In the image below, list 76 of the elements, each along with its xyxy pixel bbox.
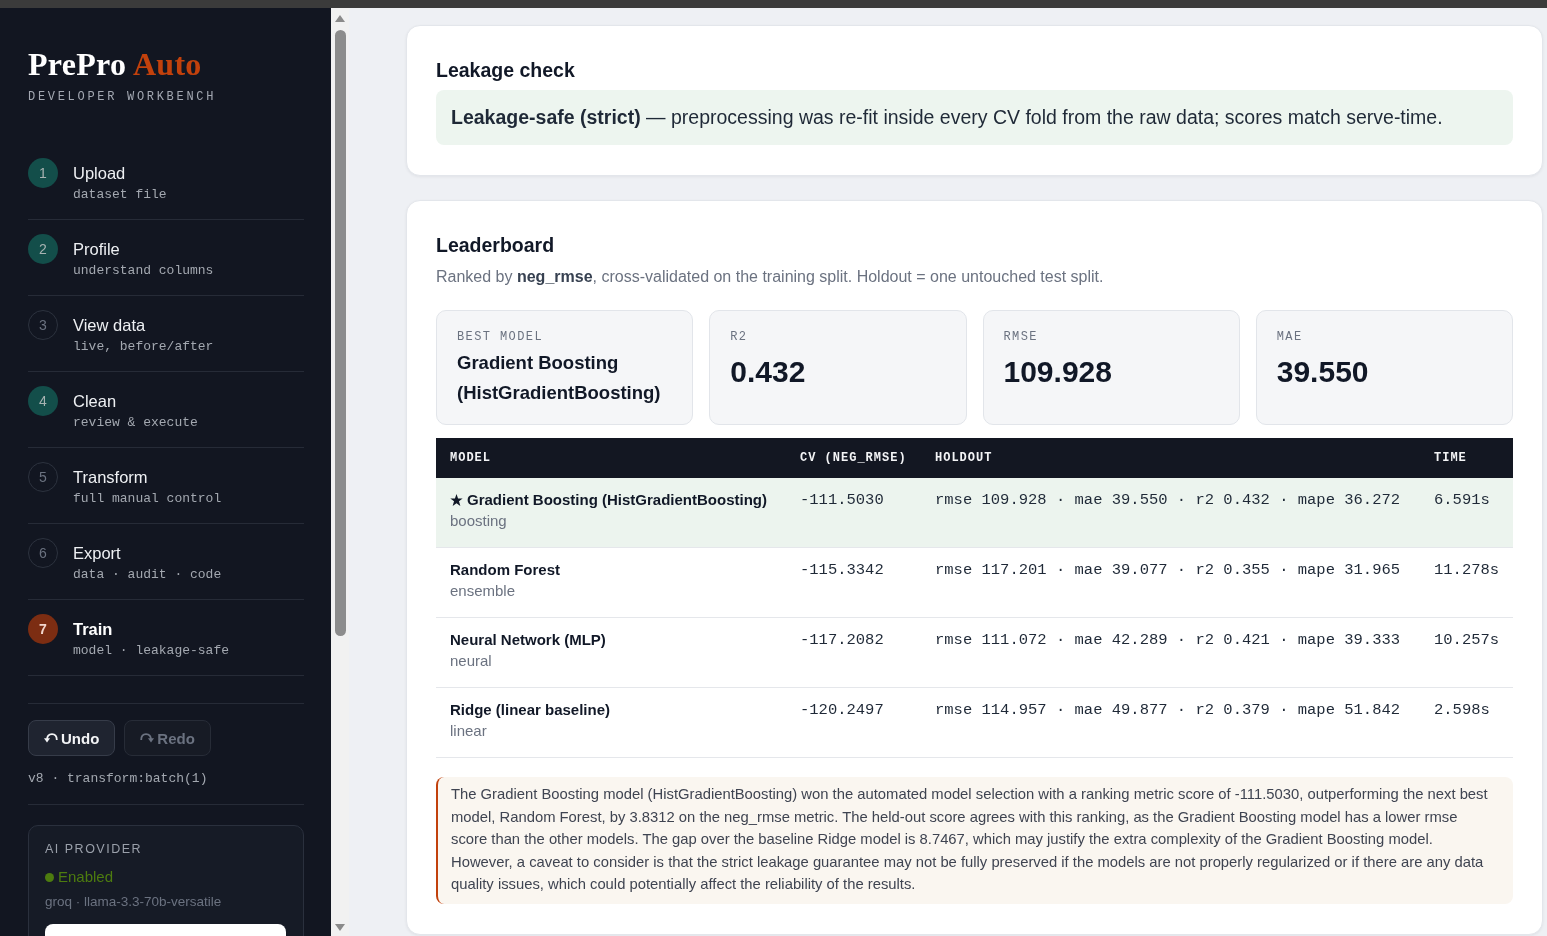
- table-cell-text: 10.257s: [1433, 630, 1501, 651]
- scrollbar[interactable]: [331, 8, 349, 936]
- step-number: 2: [28, 234, 58, 264]
- table-cell-text: rmse 117.201 · mae 39.077 · r2 0.355 · mape 31.965: [934, 560, 1402, 581]
- metric-value: 39.550: [1276, 354, 1370, 390]
- step-subtitle: full manual control: [73, 491, 222, 507]
- step-subtitle: data · audit · code: [73, 567, 222, 583]
- metric-label: BEST MODEL: [457, 330, 544, 344]
- star-icon: [450, 493, 463, 507]
- model-category: linear: [450, 721, 487, 741]
- panel-heading: AI PROVIDER: [45, 841, 144, 857]
- scrollbar-thumb[interactable]: [334, 30, 346, 636]
- step-subtitle: review & execute: [73, 415, 198, 431]
- summary-note: The Gradient Boosting model (HistGradientBoosting) won the automated model selection with a ranking metric score of -111.5030, outperforming the next best model, Random Forest, by 3.8312 on the neg_rmse metric. The held-out score agrees with this ranking, as the Gradient Boosting model has a lower rmse score than the other models. The gap over the baseline Ridge model is 8.7467, which may justify the extra complexity of the Gradient Boosting model. However, a caveat to consider is that the strict leakage guarantee may not be fully preserved if the models are not properly regularized or if there are any data quality issues, which could potentially affect the reliability of the results.: [436, 777, 1513, 904]
- step-number: 4: [28, 386, 58, 416]
- column-header: HOLDOUT: [934, 451, 994, 465]
- model-category: ensemble: [450, 581, 516, 601]
- step-subtitle: dataset file: [73, 187, 167, 203]
- step-title: Train: [73, 619, 114, 640]
- sidebar-step[interactable]: 4 Clean review & execute: [28, 372, 304, 448]
- step-subtitle: understand columns: [73, 263, 214, 279]
- step-title: Upload: [73, 163, 127, 184]
- column-header: TIME: [1433, 451, 1468, 465]
- column-header: MODEL: [449, 451, 492, 465]
- sidebar-step[interactable]: 7 Train model · leakage-safe: [28, 600, 304, 676]
- model-name: Ridge (linear baseline): [450, 700, 611, 720]
- step-title: Transform: [73, 467, 149, 488]
- metric-value: Gradient Boosting (HistGradientBoosting): [457, 351, 662, 405]
- metric-value: 0.432: [730, 354, 807, 390]
- step-title: View data: [73, 315, 147, 336]
- app-tagline: DEVELOPER WORKBENCH: [28, 89, 218, 105]
- table-cell-text: 11.278s: [1433, 560, 1501, 581]
- redo-icon: [140, 733, 155, 743]
- table-cell-text: rmse 114.957 · mae 49.877 · r2 0.379 · mape 51.842: [934, 700, 1402, 721]
- table-cell-text: -111.5030: [799, 490, 885, 511]
- table-cell-text: 6.591s: [1433, 490, 1491, 511]
- app-logo: PrePro Auto: [28, 46, 203, 82]
- step-title: Profile: [73, 239, 121, 260]
- card-title: Leaderboard: [436, 233, 556, 257]
- model-name: Gradient Boosting (HistGradientBoosting): [467, 490, 767, 510]
- table-cell-text: rmse 109.928 · mae 39.550 · r2 0.432 · mape 36.272: [934, 490, 1402, 511]
- scroll-down-icon[interactable]: [335, 924, 345, 931]
- card-title: Leakage check: [436, 58, 576, 82]
- metric-label: R2: [730, 330, 749, 344]
- metric-label: RMSE: [1003, 330, 1039, 344]
- model-name: Random Forest: [450, 560, 560, 580]
- table-cell-text: rmse 111.072 · mae 42.289 · r2 0.421 · mape 39.333: [934, 630, 1402, 651]
- model-name: Neural Network (MLP): [450, 630, 606, 650]
- sidebar-step[interactable]: 5 Transform full manual control: [28, 448, 304, 524]
- table-cell-text: 2.598s: [1433, 700, 1491, 721]
- undo-button[interactable]: Undo: [28, 720, 116, 756]
- card-subtitle: Ranked by neg_rmse, cross-validated on the training split. Holdout = one untouched test split.: [436, 267, 1105, 287]
- table-cell-text: -115.3342: [799, 560, 885, 581]
- model-category: boosting: [450, 511, 507, 531]
- metric-label: MAE: [1276, 330, 1304, 344]
- leakage-status: Leakage-safe (strict) — preprocessing was re-fit inside every CV fold from the raw data; scores match serve-time.: [436, 90, 1513, 145]
- version-label: v8 · transform:batch(1): [28, 771, 209, 787]
- metric-value: 109.928: [1003, 354, 1113, 390]
- scroll-up-icon[interactable]: [335, 15, 345, 22]
- model-category: neural: [450, 651, 492, 671]
- table-cell-text: -117.2082: [799, 630, 885, 651]
- step-title: Export: [73, 543, 122, 564]
- provider-status: Enabled: [58, 867, 114, 887]
- sidebar-step[interactable]: 6 Export data · audit · code: [28, 524, 304, 600]
- sidebar-step[interactable]: 3 View data live, before/after: [28, 296, 304, 372]
- column-header: CV (NEG_RMSE): [799, 451, 908, 465]
- sidebar-step[interactable]: 1 Upload dataset file: [28, 144, 304, 220]
- step-title: Clean: [73, 391, 118, 412]
- sidebar-step[interactable]: 2 Profile understand columns: [28, 220, 304, 296]
- provider-model: groq · llama-3.3-70b-versatile: [45, 893, 223, 911]
- step-number: 1: [28, 158, 58, 188]
- table-cell-text: -120.2497: [799, 700, 885, 721]
- step-number: 7: [28, 614, 58, 644]
- step-subtitle: live, before/after: [73, 339, 214, 355]
- step-subtitle: model · leakage-safe: [73, 643, 230, 659]
- undo-icon: [44, 733, 58, 743]
